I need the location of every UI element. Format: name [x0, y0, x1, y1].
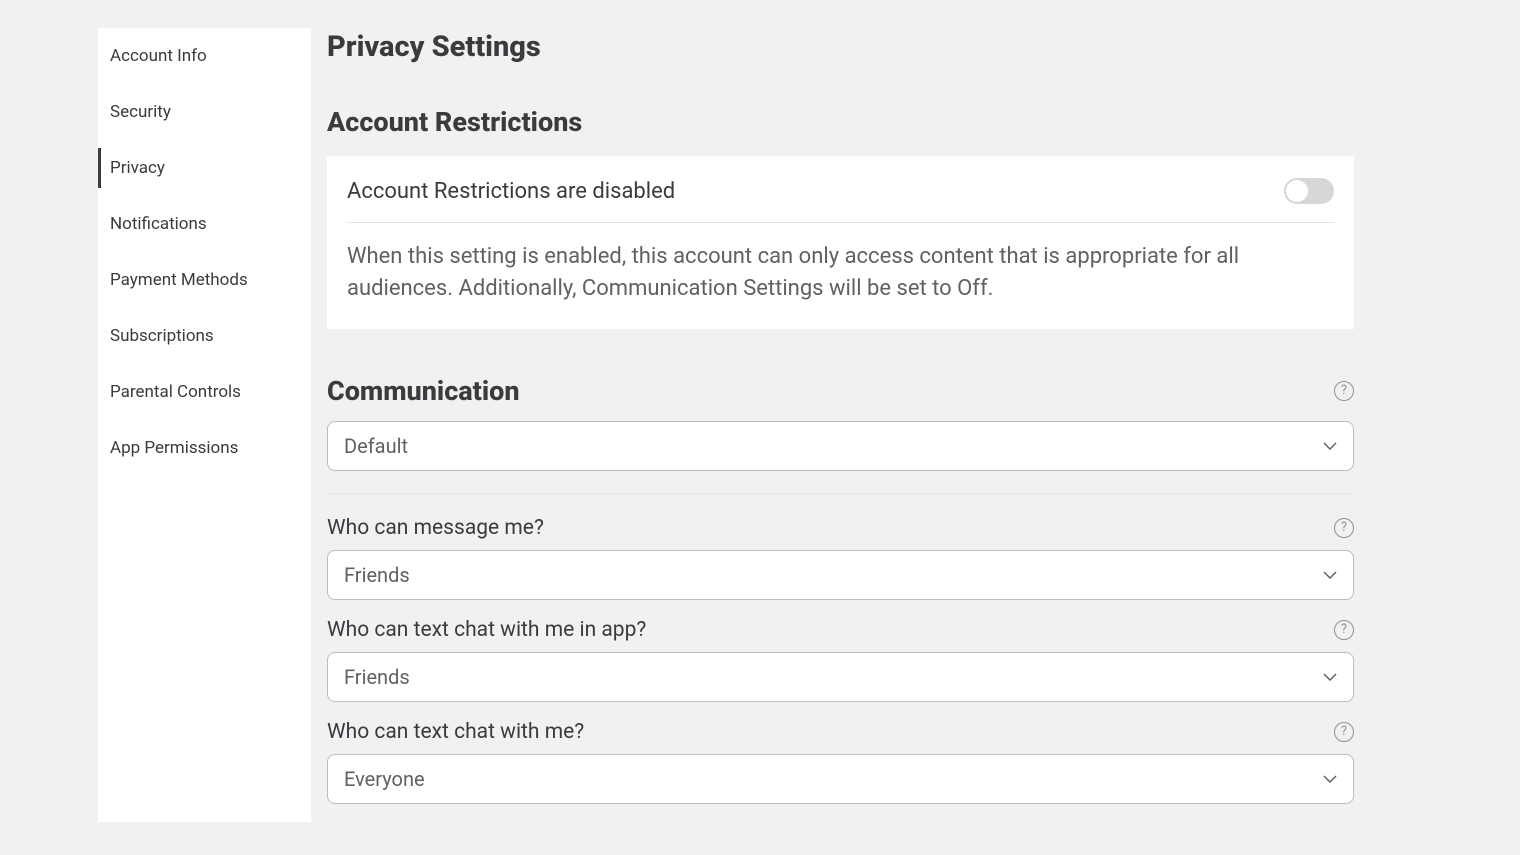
- help-icon[interactable]: ?: [1334, 381, 1354, 401]
- section-title-communication: Communication: [327, 375, 520, 407]
- chevron-down-icon: [1323, 442, 1337, 450]
- who-can-message-dropdown[interactable]: Friends: [327, 550, 1354, 600]
- communication-mode-value: Default: [344, 434, 408, 458]
- sidebar-item-privacy[interactable]: Privacy: [98, 140, 311, 196]
- sidebar-item-app-permissions[interactable]: App Permissions: [98, 420, 311, 476]
- page-title: Privacy Settings: [327, 30, 1354, 64]
- account-restrictions-status: Account Restrictions are disabled: [347, 179, 675, 204]
- help-icon[interactable]: ?: [1334, 722, 1354, 742]
- setting-label: Who can text chat with me?: [327, 720, 584, 744]
- divider: [327, 493, 1354, 494]
- who-can-chat-in-app-dropdown[interactable]: Friends: [327, 652, 1354, 702]
- sidebar-item-notifications[interactable]: Notifications: [98, 196, 311, 252]
- chevron-down-icon: [1323, 673, 1337, 681]
- account-restrictions-card: Account Restrictions are disabled When t…: [327, 156, 1354, 329]
- dropdown-value: Friends: [344, 563, 410, 587]
- dropdown-value: Friends: [344, 665, 410, 689]
- dropdown-value: Everyone: [344, 767, 425, 791]
- account-restrictions-toggle[interactable]: [1284, 178, 1334, 204]
- section-title-account-restrictions: Account Restrictions: [327, 106, 1354, 138]
- who-can-chat-dropdown[interactable]: Everyone: [327, 754, 1354, 804]
- sidebar-item-security[interactable]: Security: [98, 84, 311, 140]
- sidebar-item-account-info[interactable]: Account Info: [98, 28, 311, 84]
- sidebar-item-parental-controls[interactable]: Parental Controls: [98, 364, 311, 420]
- communication-mode-dropdown[interactable]: Default: [327, 421, 1354, 471]
- setting-row-message: Who can message me? ? Friends: [327, 516, 1354, 600]
- setting-row-chat-in-app: Who can text chat with me in app? ? Frie…: [327, 618, 1354, 702]
- main-content: Privacy Settings Account Restrictions Ac…: [311, 28, 1520, 822]
- chevron-down-icon: [1323, 775, 1337, 783]
- sidebar-item-payment-methods[interactable]: Payment Methods: [98, 252, 311, 308]
- setting-label: Who can message me?: [327, 516, 544, 540]
- toggle-knob: [1286, 180, 1308, 202]
- setting-row-chat: Who can text chat with me? ? Everyone: [327, 720, 1354, 804]
- chevron-down-icon: [1323, 571, 1337, 579]
- help-icon[interactable]: ?: [1334, 620, 1354, 640]
- sidebar-item-subscriptions[interactable]: Subscriptions: [98, 308, 311, 364]
- help-icon[interactable]: ?: [1334, 518, 1354, 538]
- setting-label: Who can text chat with me in app?: [327, 618, 646, 642]
- settings-sidebar: Account Info Security Privacy Notificati…: [98, 28, 311, 822]
- account-restrictions-description: When this setting is enabled, this accou…: [347, 241, 1334, 305]
